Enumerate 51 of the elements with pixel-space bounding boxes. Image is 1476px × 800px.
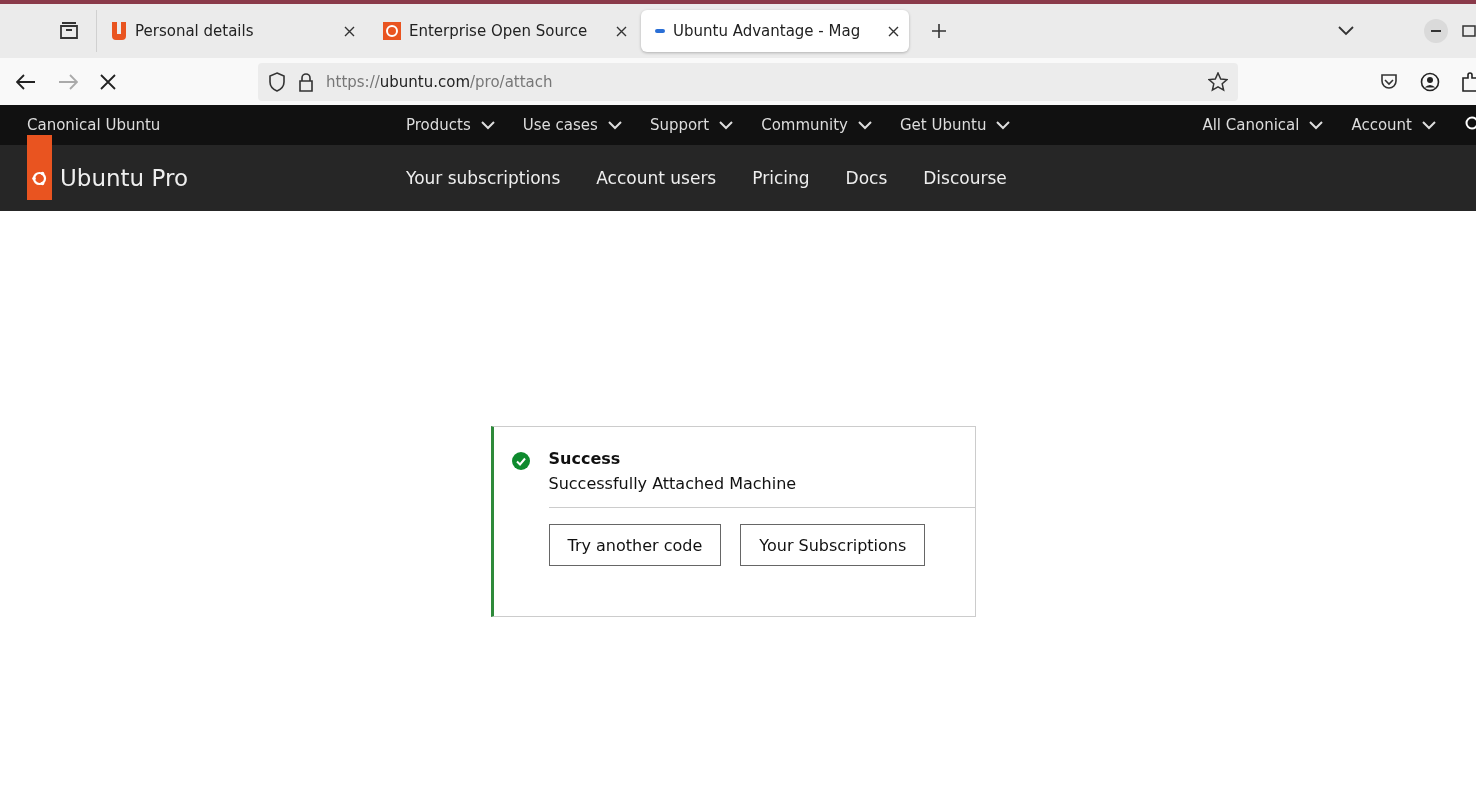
address-bar[interactable]: https://ubuntu.com/pro/attach	[258, 62, 1238, 101]
product-name[interactable]: Ubuntu Pro	[60, 165, 406, 191]
nav-link[interactable]: Account users	[596, 168, 717, 188]
chevron-down-icon	[996, 120, 1011, 130]
action-button[interactable]: Your Subscriptions	[740, 524, 926, 566]
close-icon[interactable]	[344, 25, 355, 37]
browser-tab[interactable]: Enterprise Open Source	[369, 10, 637, 52]
check-circle-icon	[511, 452, 530, 470]
close-icon[interactable]	[616, 25, 627, 37]
pocket-icon[interactable]	[1380, 72, 1398, 91]
nav-link[interactable]: Discourse	[923, 168, 1007, 188]
chevron-down-icon	[480, 120, 495, 130]
chevron-down-icon	[1422, 120, 1436, 130]
lock-icon	[298, 71, 314, 92]
nav-link[interactable]: Your subscriptions	[406, 168, 561, 188]
puzzle-piece-icon[interactable]	[1462, 71, 1476, 92]
chevron-down-icon	[607, 120, 622, 130]
nav-menu[interactable]: All Canonical	[1202, 116, 1324, 134]
chevron-down-icon	[1309, 120, 1324, 130]
u-logo-icon	[111, 22, 127, 40]
stop-icon[interactable]	[100, 73, 116, 90]
nav-link[interactable]: Pricing	[752, 168, 810, 188]
chevron-down-icon	[719, 120, 734, 130]
plus-icon[interactable]	[931, 23, 947, 39]
site-brand[interactable]: Canonical Ubuntu	[27, 116, 406, 134]
account-icon[interactable]	[1420, 71, 1440, 92]
close-icon[interactable]	[888, 25, 899, 37]
nav-menu[interactable]: Community	[761, 116, 872, 134]
action-button[interactable]: Try another code	[548, 524, 722, 566]
circle-logo-icon	[383, 22, 401, 40]
search-icon[interactable]	[1464, 116, 1476, 132]
back-icon[interactable]	[16, 73, 36, 90]
nav-menu[interactable]: Use cases	[522, 116, 622, 134]
shield-icon	[268, 71, 286, 92]
minimize-button[interactable]	[1424, 19, 1448, 43]
notification-message: Successfully Attached Machine	[548, 474, 975, 508]
nav-menu[interactable]: Account	[1351, 116, 1436, 134]
nav-menu[interactable]: Products	[406, 116, 495, 134]
chevron-down-icon[interactable]	[1338, 26, 1354, 36]
tab-overview-icon[interactable]	[59, 22, 79, 40]
browser-tab[interactable]: Ubuntu Advantage - Mag	[641, 10, 909, 52]
chevron-down-icon	[858, 120, 872, 130]
maximize-icon[interactable]	[1462, 24, 1476, 38]
logo-icon	[31, 169, 48, 187]
nav-menu[interactable]: Support	[649, 116, 734, 134]
url-text: https://ubuntu.com/pro/attach	[326, 72, 553, 91]
nav-link[interactable]: Docs	[845, 168, 888, 188]
nav-menu[interactable]: Get Ubuntu	[900, 116, 1011, 134]
browser-tab[interactable]: Personal details	[97, 10, 365, 52]
star-icon[interactable]	[1208, 71, 1228, 92]
notification-title: Success	[548, 449, 622, 468]
